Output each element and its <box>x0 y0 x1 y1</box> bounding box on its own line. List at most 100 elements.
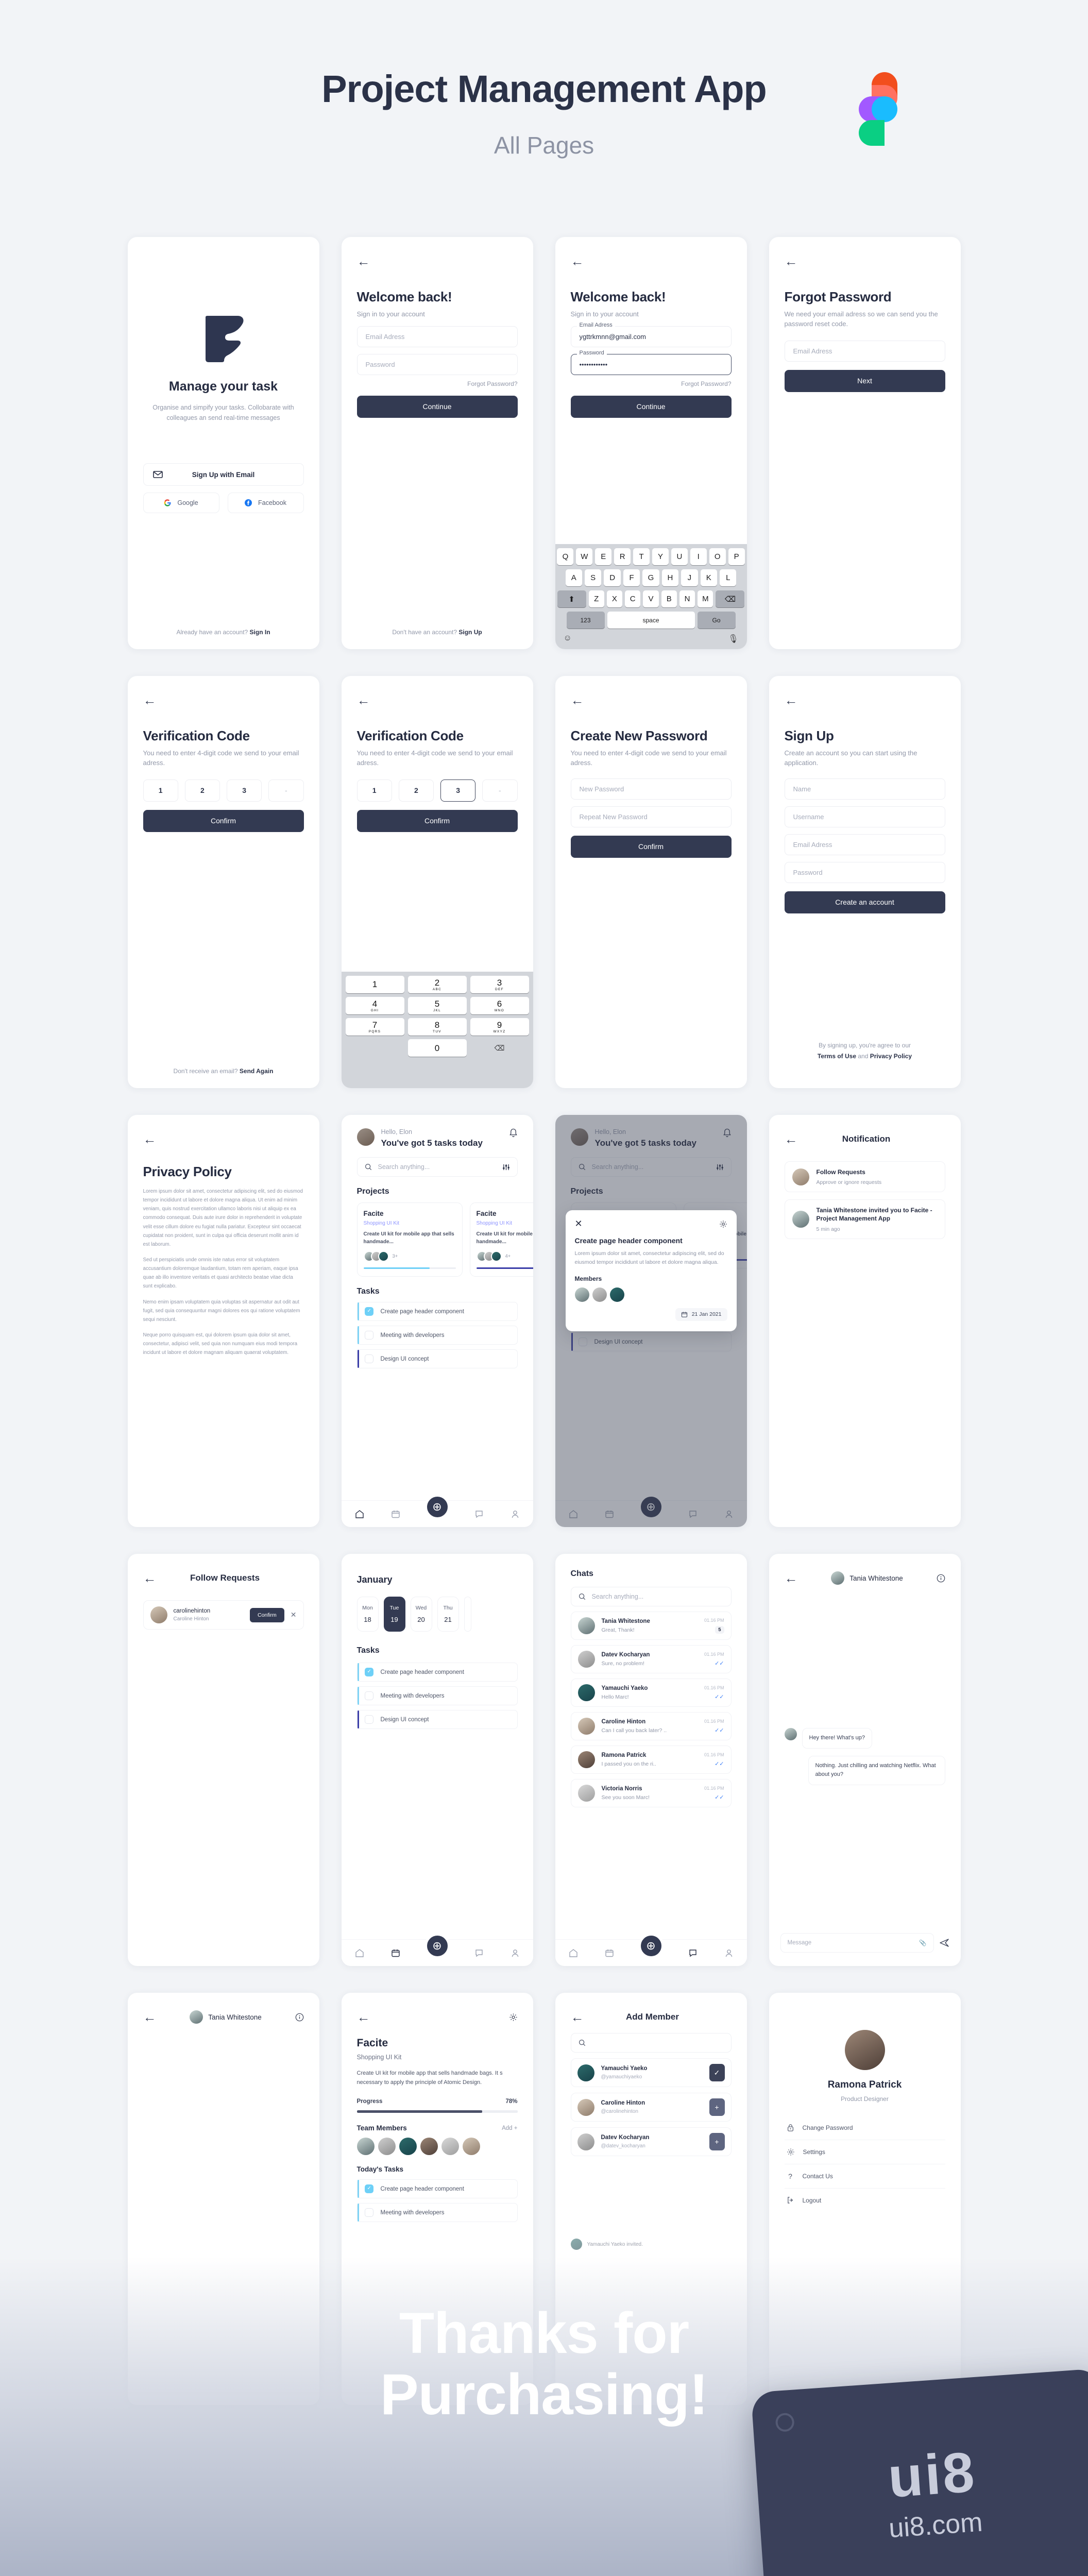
chat-list-item[interactable]: Victoria Norris See you soon Marc! 01.16 … <box>570 1779 732 1807</box>
back-arrow-icon[interactable]: ← <box>143 2010 157 2024</box>
close-icon[interactable]: ✕ <box>291 1611 297 1619</box>
code-input-group[interactable]: 1 2 3 - <box>143 779 304 802</box>
key-f[interactable]: F <box>623 569 640 586</box>
message-composer[interactable]: Message 📎 <box>780 1933 949 1953</box>
add-icon[interactable]: ⊕ <box>424 1494 450 1520</box>
back-arrow-icon[interactable]: ← <box>357 693 370 707</box>
task-checkbox[interactable] <box>364 1715 373 1724</box>
key-w[interactable]: W <box>576 548 593 565</box>
chat-list-item[interactable]: Datev Kocharyan Sure, no problem! 01.16 P… <box>570 1645 732 1673</box>
back-arrow-icon[interactable]: ← <box>143 1571 157 1585</box>
numkey-4[interactable]: 4 GHI <box>345 997 404 1014</box>
chat-list-item[interactable]: Tania Whitestone Great, Thank! 01.16 PM 5 <box>570 1612 732 1640</box>
key-v[interactable]: V <box>643 590 659 607</box>
profile-item-contact-us[interactable]: ? Contact Us <box>784 2164 945 2189</box>
send-icon[interactable] <box>939 1938 949 1948</box>
signup-footer-link[interactable]: Sign Up <box>458 629 482 636</box>
chat-list-item[interactable]: Caroline Hinton Can I call you back later… <box>570 1712 732 1740</box>
notification-item[interactable]: Follow Requests Approve or ignore reques… <box>784 1161 945 1193</box>
code-digit-1[interactable]: 1 <box>143 779 178 802</box>
key-y[interactable]: Y <box>652 548 669 565</box>
send-again-footer[interactable]: Don't receive an email? Send Again <box>128 1067 319 1075</box>
task-checkbox[interactable] <box>364 1307 373 1316</box>
member-row[interactable]: Datev Kocharyan @datev_kocharyan + <box>570 2127 732 2156</box>
key-j[interactable]: J <box>681 569 698 586</box>
add-icon[interactable]: ⊕ <box>424 1933 450 1959</box>
forgot-password-link[interactable]: Forgot Password? <box>357 380 517 387</box>
confirm-button[interactable]: Confirm <box>143 809 304 832</box>
key-e[interactable]: E <box>595 548 612 565</box>
numkey-5[interactable]: 5 JKL <box>407 997 467 1014</box>
search-input[interactable]: Search anything... <box>570 1587 732 1606</box>
key-p[interactable]: P <box>728 548 745 565</box>
calendar-day[interactable]: Wed 20 <box>410 1597 432 1632</box>
key-m[interactable]: M <box>698 590 713 607</box>
search-input[interactable]: Search anything... <box>356 1157 518 1177</box>
task-checkbox[interactable] <box>364 2184 373 2194</box>
create-account-button[interactable]: Create an account <box>784 891 945 913</box>
message-input[interactable]: Message 📎 <box>780 1933 934 1953</box>
back-arrow-icon[interactable]: ← <box>357 2010 370 2024</box>
back-arrow-icon[interactable]: ← <box>143 693 157 707</box>
avatar[interactable] <box>356 1128 375 1146</box>
send-again-link[interactable]: Send Again <box>240 1067 274 1075</box>
task-row[interactable]: Design UI concept <box>356 1349 518 1369</box>
avatar[interactable] <box>844 2030 885 2070</box>
key-g[interactable]: G <box>642 569 659 586</box>
numkey-8[interactable]: 8 TUV <box>407 1018 467 1036</box>
confirm-button[interactable]: Confirm <box>570 835 732 858</box>
key-h[interactable]: H <box>661 569 679 586</box>
back-arrow-icon[interactable]: ← <box>571 255 584 268</box>
calendar-day-partial[interactable] <box>464 1597 471 1632</box>
email-field[interactable]: Email Adress <box>784 340 945 362</box>
backspace-icon[interactable]: ⌫ <box>470 1039 529 1057</box>
numeric-keypad[interactable]: 1 2 ABC 3 DEF 4 GHI 5 JKL 6 MNO 7 PQRS 8 TUV 9W… <box>341 972 533 1088</box>
code-digit-4[interactable]: - <box>268 779 304 802</box>
back-arrow-icon[interactable]: ← <box>785 693 798 707</box>
member-search-input[interactable] <box>570 2033 732 2053</box>
member-add-plus-icon[interactable]: + <box>709 2098 725 2116</box>
calendar-icon[interactable] <box>391 1510 400 1519</box>
backspace-icon[interactable]: ⌫ <box>716 590 745 607</box>
email-field[interactable]: Email Adress <box>784 834 945 855</box>
task-checkbox[interactable] <box>364 1354 373 1364</box>
home-icon[interactable] <box>355 1510 364 1519</box>
back-arrow-icon[interactable]: ← <box>785 1132 798 1146</box>
next-button[interactable]: Next <box>784 369 945 392</box>
key-b[interactable]: B <box>661 590 677 607</box>
project-card[interactable]: Facite Shopping UI Kit Create UI kit for… <box>356 1202 463 1277</box>
profile-icon[interactable] <box>511 1510 520 1519</box>
profile-icon[interactable] <box>724 1948 734 1958</box>
repeat-password-field[interactable]: Repeat New Password <box>570 806 732 827</box>
forgot-password-link[interactable]: Forgot Password? <box>571 380 731 387</box>
email-field[interactable]: ygttrkmnn@gmail.com <box>570 326 732 347</box>
gear-icon[interactable] <box>719 1220 727 1228</box>
profile-item-settings[interactable]: Settings <box>784 2140 945 2164</box>
code-digit-3[interactable]: 3 <box>440 779 476 802</box>
paperclip-icon[interactable]: 📎 <box>919 1939 926 1946</box>
privacy-policy-link[interactable]: Privacy Policy <box>870 1053 912 1060</box>
task-checkbox[interactable] <box>364 1331 373 1340</box>
key-d[interactable]: D <box>604 569 621 586</box>
add-icon[interactable]: ⊕ <box>638 1933 664 1959</box>
terms-of-use-link[interactable]: Terms of Use <box>818 1053 856 1060</box>
key-k[interactable]: K <box>700 569 718 586</box>
back-arrow-icon[interactable]: ← <box>785 1571 798 1585</box>
password-field[interactable]: •••••••••••• <box>570 353 732 375</box>
signin-footer-link[interactable]: Sign In <box>250 629 270 636</box>
numkey-2[interactable]: 2 ABC <box>407 976 467 993</box>
gear-icon[interactable] <box>509 2013 518 2022</box>
back-arrow-icon[interactable]: ← <box>357 255 370 268</box>
key-i[interactable]: I <box>690 548 707 565</box>
task-row[interactable]: Meeting with developers <box>356 1326 518 1345</box>
key-z[interactable]: Z <box>588 590 604 607</box>
calendar-day-strip[interactable]: Mon 18 Tue 19 Wed 20 Thu 21 <box>356 1597 518 1632</box>
key-t[interactable]: T <box>633 548 650 565</box>
email-field[interactable]: Email Adress <box>356 326 518 347</box>
numkey-0[interactable]: 0 <box>407 1039 467 1057</box>
task-row[interactable]: Design UI concept <box>356 1710 518 1729</box>
task-checkbox[interactable] <box>364 2208 373 2217</box>
key-o[interactable]: O <box>709 548 726 565</box>
signin-footer[interactable]: Already have an account? Sign In <box>128 629 319 636</box>
password-field[interactable]: Password <box>356 353 518 375</box>
